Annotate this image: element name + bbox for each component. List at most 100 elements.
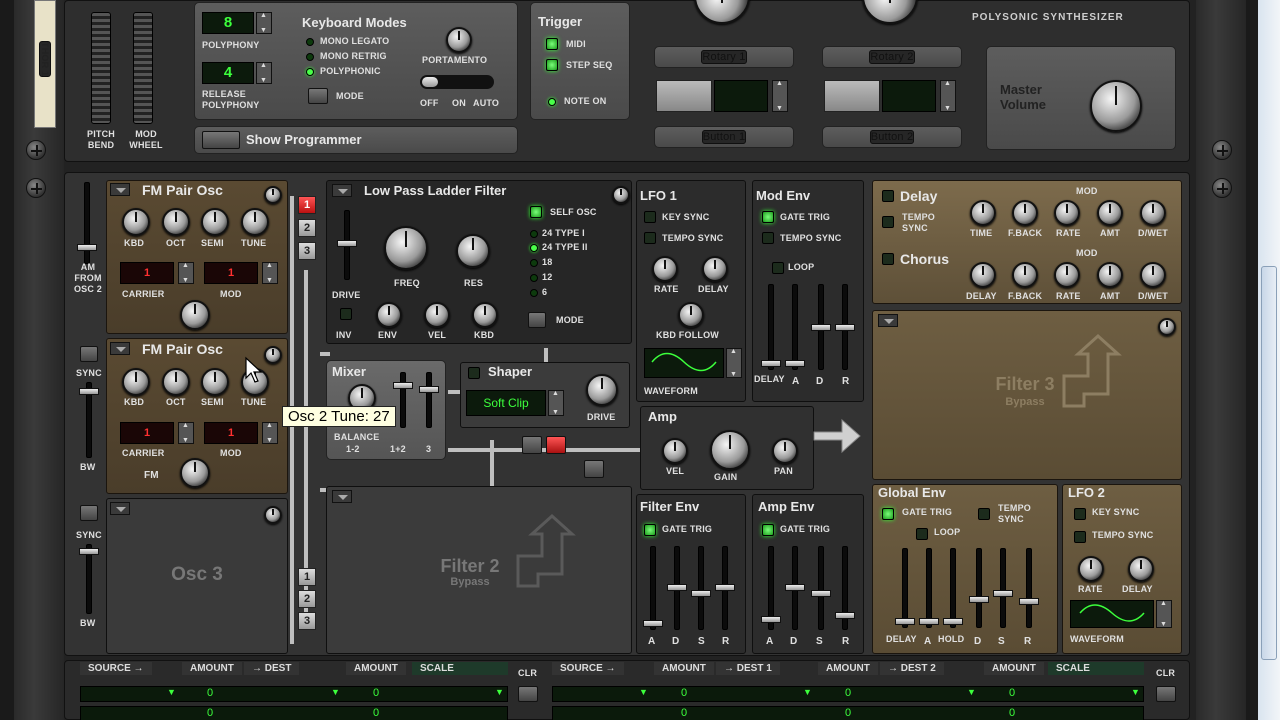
- lfo1-kbd-follow-knob[interactable]: [678, 302, 704, 328]
- matrix-clear-button[interactable]: [518, 686, 538, 702]
- button-2-label-box[interactable]: Button 2: [822, 126, 962, 148]
- global-env-s-slider[interactable]: [993, 590, 1013, 597]
- filter1-freq-knob[interactable]: [384, 226, 428, 270]
- delay-rate-knob[interactable]: [1054, 200, 1080, 226]
- matrix-amount-value[interactable]: 0: [1009, 687, 1015, 699]
- global-env-d-track[interactable]: [976, 548, 982, 628]
- osc1-fm-knob[interactable]: [180, 300, 210, 330]
- osc2-carrier-spinner[interactable]: [178, 422, 194, 444]
- polyphony-spinner[interactable]: [256, 12, 272, 34]
- lfo1-rate-knob[interactable]: [652, 256, 678, 282]
- chevron-down-icon[interactable]: ▼: [639, 687, 648, 697]
- delay-tempo-sync-button[interactable]: [882, 216, 894, 228]
- lfo1-delay-knob[interactable]: [702, 256, 728, 282]
- filter1-type-menu[interactable]: [332, 184, 352, 197]
- filter1-osc2-button[interactable]: 2: [298, 219, 316, 237]
- global-env-loop-button[interactable]: [916, 528, 928, 540]
- filter1-mode-button[interactable]: [528, 312, 546, 328]
- chorus-on-button[interactable]: [882, 253, 894, 265]
- mod-env-loop-button[interactable]: [772, 262, 784, 274]
- chorus-amount-knob[interactable]: [1097, 262, 1123, 288]
- mod-wheel[interactable]: [133, 12, 153, 124]
- global-env-hold-slider[interactable]: [943, 618, 963, 625]
- filter1-env-knob[interactable]: [376, 302, 402, 328]
- osc2-mod-spinner[interactable]: [262, 422, 278, 444]
- button-1-spinner[interactable]: [772, 80, 788, 112]
- filter2-osc2-button[interactable]: 2: [298, 590, 316, 608]
- sync-osc3-button[interactable]: [80, 505, 98, 521]
- amp-env-d-slider[interactable]: [785, 584, 805, 591]
- portamento-knob[interactable]: [446, 27, 472, 53]
- sync-osc2-button[interactable]: [80, 346, 98, 362]
- global-env-delay-slider[interactable]: [895, 618, 915, 625]
- mod-env-a-slider[interactable]: [785, 360, 805, 367]
- global-env-s-track[interactable]: [1000, 548, 1006, 628]
- amp-vel-knob[interactable]: [662, 438, 688, 464]
- global-env-gate-trig-button[interactable]: [882, 508, 894, 520]
- matrix-row[interactable]: 0 0: [80, 706, 508, 720]
- amp-pan-knob[interactable]: [772, 438, 798, 464]
- lfo2-waveform-display[interactable]: [1070, 600, 1154, 628]
- shaper-on-button[interactable]: [468, 367, 480, 379]
- amp-env-s-track[interactable]: [818, 546, 824, 630]
- type-18-led[interactable]: [530, 259, 538, 267]
- filter1-drive-slider[interactable]: [337, 240, 357, 247]
- delay-dry-wet-knob[interactable]: [1140, 200, 1166, 226]
- amp-env-gate-trig-button[interactable]: [762, 524, 774, 536]
- filter1-inv-button[interactable]: [340, 308, 352, 320]
- matrix-amount-value[interactable]: 0: [681, 687, 687, 699]
- global-env-r-slider[interactable]: [1019, 598, 1039, 605]
- delay-time-knob[interactable]: [970, 200, 996, 226]
- am-from-osc2-slider-track[interactable]: [84, 182, 90, 264]
- portamento-switch[interactable]: [420, 75, 494, 89]
- global-env-r-track[interactable]: [1026, 548, 1032, 628]
- midi-trigger-led[interactable]: [546, 38, 558, 50]
- type-12-led[interactable]: [530, 274, 538, 282]
- button-1-pad[interactable]: [656, 80, 712, 112]
- matrix-amount-value[interactable]: 0: [207, 687, 213, 699]
- matrix-amount-value[interactable]: 0: [845, 687, 851, 699]
- amp-gain-knob[interactable]: [710, 430, 750, 470]
- route-right-button[interactable]: [546, 436, 566, 454]
- osc1-mod-display[interactable]: 1: [204, 262, 258, 284]
- amp-env-s-slider[interactable]: [811, 590, 831, 597]
- filter1-vel-knob[interactable]: [424, 302, 450, 328]
- lfo2-key-sync-button[interactable]: [1074, 508, 1086, 520]
- lfo2-rate-knob[interactable]: [1078, 556, 1104, 582]
- filter-env-gate-trig-button[interactable]: [644, 524, 656, 536]
- chevron-down-icon[interactable]: ▼: [1131, 687, 1140, 697]
- global-env-a-slider[interactable]: [919, 618, 939, 625]
- osc1-type-menu[interactable]: [110, 183, 130, 196]
- osc2-oct-knob[interactable]: [162, 368, 190, 396]
- filter3-small-knob[interactable]: [1158, 318, 1176, 336]
- chorus-feedback-knob[interactable]: [1012, 262, 1038, 288]
- mod-env-d-slider[interactable]: [811, 324, 831, 331]
- master-volume-knob[interactable]: [1090, 80, 1142, 132]
- mod-env-a-track[interactable]: [792, 284, 798, 370]
- lfo2-tempo-sync-button[interactable]: [1074, 531, 1086, 543]
- route-left-button[interactable]: [522, 436, 542, 454]
- chorus-rate-knob[interactable]: [1054, 262, 1080, 288]
- chevron-down-icon[interactable]: ▼: [331, 687, 340, 697]
- global-env-hold-track[interactable]: [950, 548, 956, 628]
- matrix-row[interactable]: ▼ 0 ▼ 0 ▼ 0 ▼: [552, 686, 1144, 702]
- release-polyphony-spinner[interactable]: [256, 62, 272, 84]
- lfo1-waveform-display[interactable]: [644, 348, 724, 378]
- mixer-3-track[interactable]: [426, 372, 432, 428]
- mod-env-tempo-sync-button[interactable]: [762, 232, 774, 244]
- filter2-route-button[interactable]: [584, 460, 604, 478]
- mono-legato-led[interactable]: [306, 38, 314, 46]
- global-env-tempo-sync-button[interactable]: [978, 508, 990, 520]
- osc1-oct-knob[interactable]: [162, 208, 190, 236]
- chevron-down-icon[interactable]: ▼: [967, 687, 976, 697]
- matrix-amount-value[interactable]: 0: [373, 687, 379, 699]
- osc1-mod-spinner[interactable]: [262, 262, 278, 284]
- osc3-type-menu[interactable]: [110, 502, 130, 515]
- global-env-d-slider[interactable]: [969, 596, 989, 603]
- matrix-amount-value[interactable]: 0: [845, 707, 851, 719]
- lfo1-tempo-sync-button[interactable]: [644, 232, 656, 244]
- mixer-1-2-slider[interactable]: [393, 382, 413, 389]
- filter1-osc3-button[interactable]: 3: [298, 242, 316, 260]
- button-2-spinner[interactable]: [940, 80, 956, 112]
- matrix-amount-value[interactable]: 0: [373, 707, 379, 719]
